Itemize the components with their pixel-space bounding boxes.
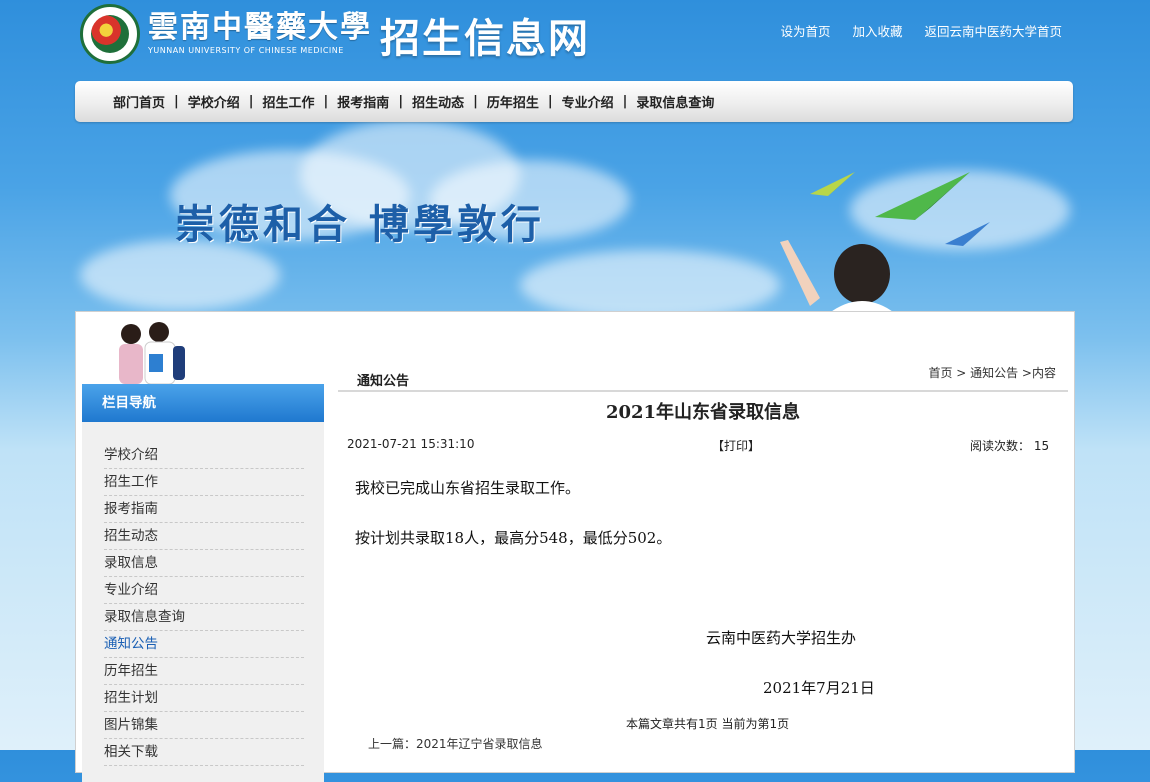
content-header: 通知公告 首页 > 通知公告 >内容 (338, 362, 1068, 392)
sidebar-item-school-intro[interactable]: 学校介绍 (104, 442, 304, 469)
paper-plane-icon (945, 222, 990, 246)
main-nav: 部门首页 | 学校介绍 | 招生工作 | 报考指南 | 招生动态 | 历年招生 … (75, 81, 1073, 122)
nav-item-school-intro[interactable]: 学校介绍 (188, 92, 240, 111)
breadcrumb[interactable]: 首页 > 通知公告 >内容 (928, 364, 1056, 381)
sidebar-item-admission-news[interactable]: 招生动态 (104, 523, 304, 550)
nav-separator: | (398, 94, 404, 109)
sidebar-item-photo-gallery[interactable]: 图片锦集 (104, 712, 304, 739)
read-count: 阅读次数： 15 (970, 437, 1049, 454)
nav-item-home[interactable]: 部门首页 (113, 92, 165, 111)
sidebar-item-majors[interactable]: 专业介绍 (104, 577, 304, 604)
set-homepage-link[interactable]: 设为首页 (780, 21, 830, 40)
page-info: 本篇文章共有1页 当前为第1页 (626, 717, 790, 731)
article-paragraph: 我校已完成山东省招生录取工作。 (355, 479, 581, 497)
nav-separator: | (473, 94, 478, 109)
site-title: 招生信息网 (380, 16, 590, 62)
sidebar-item-admission-query[interactable]: 录取信息查询 (104, 604, 304, 631)
nav-separator: | (622, 94, 628, 109)
sidebar-item-application-guide[interactable]: 报考指南 (104, 496, 304, 523)
paper-plane-icon (810, 172, 855, 196)
sidebar-item-notices[interactable]: 通知公告 (104, 631, 304, 658)
students-photo (119, 322, 185, 384)
nav-item-admission-news[interactable]: 招生动态 (412, 92, 464, 111)
signature-org: 云南中医药大学招生办 (706, 629, 857, 647)
banner-person-image (780, 240, 896, 314)
nav-item-past-admissions[interactable]: 历年招生 (487, 92, 539, 111)
nav-separator: | (323, 94, 329, 109)
article-paragraph: 按计划共录取18人，最高分548，最低分502。 (355, 529, 672, 547)
print-button[interactable]: 【打印】 (712, 437, 760, 454)
nav-separator: | (547, 94, 553, 109)
sidebar-nav: 学校介绍 招生工作 报考指南 招生动态 录取信息 专业介绍 录取信息查询 通知公… (82, 422, 324, 782)
nav-item-admission-work[interactable]: 招生工作 (263, 92, 315, 111)
sidebar-item-admission-plan[interactable]: 招生计划 (104, 685, 304, 712)
sidebar-item-downloads[interactable]: 相关下载 (104, 739, 304, 766)
sidebar-item-admission-info[interactable]: 录取信息 (104, 550, 304, 577)
section-title: 通知公告 (357, 374, 410, 389)
paper-plane-icon (875, 172, 970, 220)
nav-item-majors[interactable]: 专业介绍 (562, 92, 614, 111)
nav-separator: | (174, 94, 179, 109)
nav-item-application-guide[interactable]: 报考指南 (337, 92, 389, 111)
university-logo[interactable]: 雲南中醫藥大學 YUNNAN UNIVERSITY OF CHINESE MED… (80, 4, 372, 64)
nav-separator: | (248, 94, 254, 109)
previous-article-link[interactable]: 上一篇：2021年辽宁省录取信息 (368, 735, 543, 752)
read-count-value: 15 (1033, 439, 1050, 453)
logo-chinese-name: 雲南中醫藥大學 (148, 10, 372, 45)
read-count-label: 阅读次数： (970, 439, 1031, 453)
signature-date: 2021年7月21日 (763, 679, 875, 697)
banner-slogan: 崇德和合 博學敦行 (175, 201, 545, 248)
university-seal-icon (80, 4, 140, 64)
logo-english-name: YUNNAN UNIVERSITY OF CHINESE MEDICINE (148, 46, 344, 55)
publish-date: 2021-07-21 15:31:10 (347, 437, 475, 451)
university-home-link[interactable]: 返回云南中医药大学首页 (924, 21, 1062, 40)
top-links: 设为首页 加入收藏 返回云南中医药大学首页 (780, 21, 1062, 40)
sidebar-item-admission-work[interactable]: 招生工作 (104, 469, 304, 496)
sidebar-item-past-admissions[interactable]: 历年招生 (104, 658, 304, 685)
add-favorite-link[interactable]: 加入收藏 (852, 21, 902, 40)
article-title: 2021年山东省录取信息 (605, 402, 801, 423)
main-content-area: 栏目导航 学校介绍 招生工作 报考指南 招生动态 录取信息 专业介绍 录取信息查… (75, 311, 1075, 782)
sidebar-heading: 栏目导航 (82, 384, 324, 422)
nav-item-admission-query[interactable]: 录取信息查询 (636, 92, 714, 111)
